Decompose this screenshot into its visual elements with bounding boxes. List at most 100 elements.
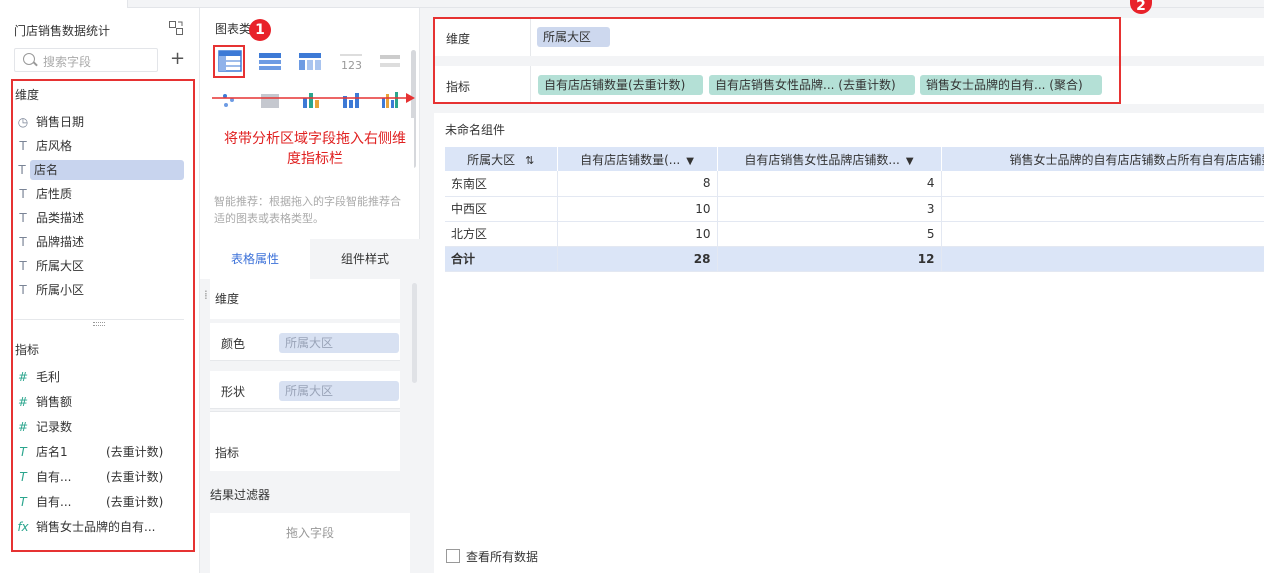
table-cell-region[interactable]: 北方区 xyxy=(445,221,558,247)
field-label: 记录数 xyxy=(36,420,73,434)
column-header-female-brand[interactable]: 自有店销售女性品牌店铺数... ▼ xyxy=(717,147,942,171)
table-cell-c[interactable] xyxy=(941,246,1264,272)
table-cell-b[interactable]: 5 xyxy=(717,221,942,247)
dimension-field[interactable]: T 品类描述 xyxy=(14,208,184,228)
column-header-ratio[interactable]: 销售女士品牌的自有店店铺数占所有自有店店铺数 xyxy=(941,147,1264,171)
table-cell-a[interactable]: 8 xyxy=(557,171,718,197)
shape-field-pill[interactable]: 所属大区 xyxy=(279,381,399,401)
text-icon: T xyxy=(18,163,26,177)
clock-icon: ◷ xyxy=(17,115,29,129)
distinct-text-icon: T xyxy=(19,495,27,509)
table-cell-region[interactable]: 中西区 xyxy=(445,196,558,222)
header-text: 所属大区 xyxy=(467,152,516,167)
table-row: 东南区 8 4 xyxy=(445,171,1264,197)
table-cell-a[interactable]: 10 xyxy=(557,196,718,222)
sort-icon[interactable]: ⇅ xyxy=(525,154,534,167)
attr-measure-label: 指标 xyxy=(215,446,240,460)
measure-field[interactable]: T 自有... (去重计数) xyxy=(14,467,184,487)
properties-scrollbar[interactable] xyxy=(412,283,417,383)
step-badge-1: 1 xyxy=(249,19,271,41)
measure-field[interactable]: # 毛利 xyxy=(14,367,184,387)
field-label: 自有... xyxy=(36,495,72,509)
dimension-field[interactable]: T 品牌描述 xyxy=(14,232,184,252)
measure-field[interactable]: # 记录数 xyxy=(14,417,184,437)
data-table: 所属大区 ⇅ 自有店店铺数量(... ▼ 自有店销售女性品牌店铺数... ▼ 销售女士… xyxy=(445,147,1264,272)
measure-field[interactable]: # 销售额 xyxy=(14,392,184,412)
measure-field[interactable]: fx 销售女士品牌的自有... xyxy=(14,517,184,537)
field-label: 店风格 xyxy=(36,139,73,153)
drag-grip-icon[interactable]: ⁞ xyxy=(204,288,208,302)
filter-drop-zone[interactable]: 拖入字段 xyxy=(210,513,410,573)
aggregation-suffix: (去重计数) xyxy=(106,470,164,484)
chart-type-label: 图表类 xyxy=(215,22,252,36)
measure-field[interactable]: T 自有... (去重计数) xyxy=(14,492,184,512)
drop-hint: 拖入字段 xyxy=(285,526,334,540)
table-total-row: 合计 28 12 xyxy=(445,246,1264,272)
tab-component-style[interactable]: 组件样式 xyxy=(310,239,420,279)
annotation-text: 将带分析区域字段拖入右侧维度指标栏 xyxy=(224,131,406,167)
distinct-text-icon: T xyxy=(19,470,27,484)
add-field-icon[interactable]: + xyxy=(170,50,185,68)
field-search-input[interactable]: 搜索字段 xyxy=(14,48,158,72)
grouped-table-icon[interactable] xyxy=(218,50,246,72)
measure-field[interactable]: T 店名1 (去重计数) xyxy=(14,442,184,462)
distinct-text-icon: T xyxy=(19,445,27,459)
shelf-highlight xyxy=(433,17,1121,104)
field-label: 自有... xyxy=(36,470,72,484)
active-tab[interactable] xyxy=(0,0,128,8)
header-text: 自有店店铺数量(... xyxy=(580,152,681,167)
field-label: 所属小区 xyxy=(36,283,85,297)
aggregation-suffix: (去重计数) xyxy=(106,495,164,509)
dimension-field[interactable]: T 所属大区 xyxy=(14,256,184,276)
table-cell-a[interactable]: 10 xyxy=(557,221,718,247)
table-row: 中西区 10 3 xyxy=(445,196,1264,222)
view-all-checkbox[interactable] xyxy=(446,549,460,563)
table-cell-region[interactable]: 东南区 xyxy=(445,171,558,197)
search-icon xyxy=(23,53,35,65)
dropdown-caret-icon[interactable]: ▼ xyxy=(686,156,694,167)
table-cell-b[interactable]: 4 xyxy=(717,171,942,197)
detail-table-icon[interactable] xyxy=(258,52,286,74)
table-cell-a[interactable]: 28 xyxy=(557,246,718,272)
dimension-field[interactable]: T 店风格 xyxy=(14,136,184,156)
dimension-field[interactable]: T 所属小区 xyxy=(14,280,184,300)
field-label: 店名1 xyxy=(36,445,68,459)
table-cell-b[interactable]: 3 xyxy=(717,196,942,222)
table-cell-region[interactable]: 合计 xyxy=(445,246,558,272)
component-name[interactable]: 未命名组件 xyxy=(445,121,505,138)
splitter-handle[interactable] xyxy=(93,322,105,326)
dimension-field[interactable]: ◷ 销售日期 xyxy=(14,112,184,132)
count-icon: # xyxy=(17,420,29,434)
field-label: 品类描述 xyxy=(36,211,85,225)
result-filter-label: 结果过滤器 xyxy=(210,488,271,502)
kpi-number-icon[interactable]: 123 xyxy=(338,52,366,74)
attr-dimension-label: 维度 xyxy=(215,292,240,306)
dropdown-caret-icon[interactable]: ▼ xyxy=(906,156,914,167)
header-text: 自有店销售女性品牌店铺数... xyxy=(744,152,900,167)
switch-dataset-icon[interactable] xyxy=(168,20,184,39)
table-cell-c[interactable] xyxy=(941,221,1264,247)
table-cell-b[interactable]: 12 xyxy=(717,246,942,272)
field-label: 销售日期 xyxy=(36,115,85,129)
shape-label: 形状 xyxy=(221,385,246,399)
dataset-title: 门店销售数据统计 xyxy=(14,24,111,38)
text-icon: T xyxy=(19,187,27,201)
header-text: 销售女士品牌的自有店店铺数占所有自有店店铺数 xyxy=(1009,152,1264,167)
text-component-icon[interactable] xyxy=(378,52,406,74)
top-tab-bar xyxy=(0,0,1264,8)
text-icon: T xyxy=(19,259,27,273)
color-field-pill[interactable]: 所属大区 xyxy=(279,333,399,353)
cross-table-icon[interactable] xyxy=(298,52,326,74)
dimension-field[interactable]: T 店性质 xyxy=(14,184,184,204)
column-header-region[interactable]: 所属大区 ⇅ xyxy=(445,147,558,171)
svg-text:123: 123 xyxy=(341,59,362,72)
tab-table-properties[interactable]: 表格属性 xyxy=(200,239,310,279)
column-header-store-count[interactable]: 自有店店铺数量(... ▼ xyxy=(557,147,718,171)
field-label: 销售额 xyxy=(36,395,73,409)
dimension-section-label: 维度 xyxy=(15,88,40,102)
view-all-label: 查看所有数据 xyxy=(466,550,539,564)
field-label: 品牌描述 xyxy=(36,235,85,249)
dimension-field[interactable]: T 店名 xyxy=(18,160,184,180)
table-cell-c[interactable] xyxy=(941,171,1264,197)
table-cell-c[interactable] xyxy=(941,196,1264,222)
